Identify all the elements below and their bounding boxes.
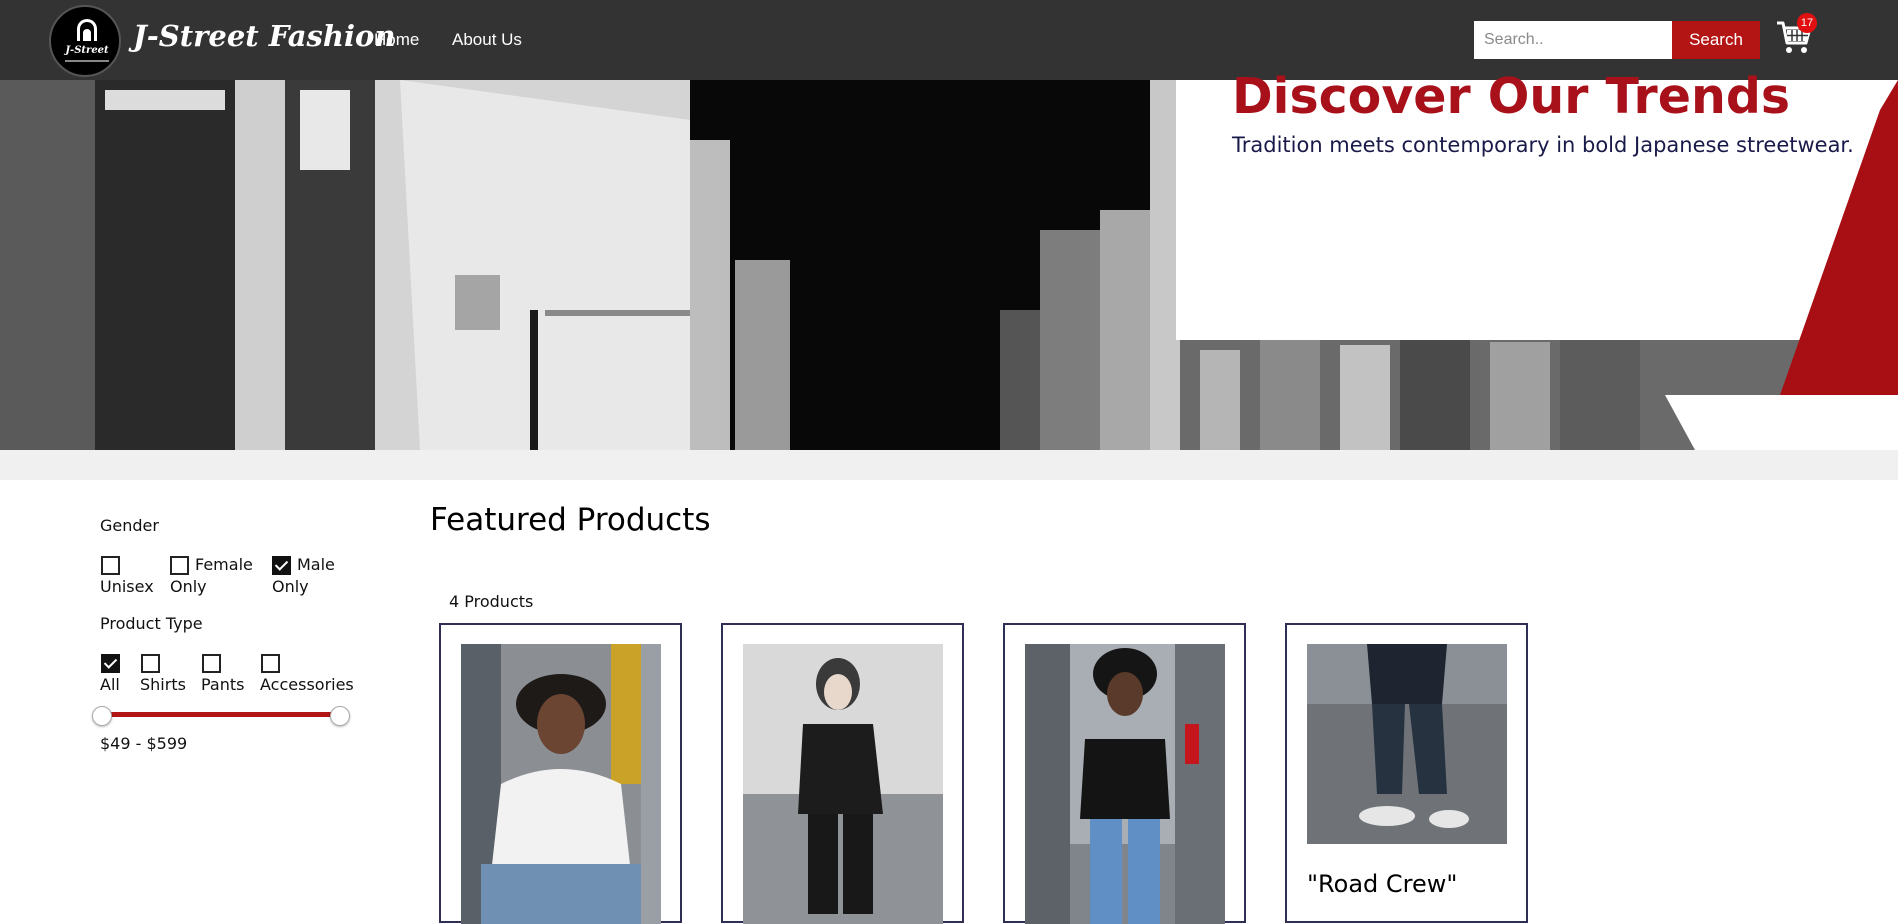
checkbox-male-label-1: Male bbox=[297, 555, 335, 574]
product-type-filter-title: Product Type bbox=[100, 614, 203, 633]
product-image bbox=[1307, 644, 1507, 844]
nav-link-about[interactable]: About Us bbox=[452, 30, 522, 50]
brand-name[interactable]: J-Street Fashion bbox=[133, 19, 395, 53]
checkbox-type-all[interactable] bbox=[101, 654, 120, 673]
checkbox-type-pants[interactable] bbox=[202, 654, 221, 673]
product-card[interactable] bbox=[439, 623, 682, 924]
hero-subtitle: Tradition meets contemporary in bold Jap… bbox=[1232, 133, 1854, 157]
checkbox-male-only[interactable] bbox=[272, 556, 291, 575]
product-card[interactable] bbox=[1003, 623, 1246, 924]
product-card[interactable] bbox=[721, 623, 964, 924]
search-button[interactable]: Search bbox=[1672, 21, 1760, 59]
checkbox-type-accessories[interactable] bbox=[261, 654, 280, 673]
product-image bbox=[461, 644, 661, 924]
checkbox-female-label-1: Female bbox=[195, 555, 253, 574]
product-image bbox=[743, 644, 943, 924]
checkbox-unisex[interactable] bbox=[101, 556, 120, 575]
cart-count-badge: 17 bbox=[1797, 13, 1817, 33]
checkbox-type-shirts[interactable] bbox=[141, 654, 160, 673]
brand-logo[interactable]: J-Street bbox=[49, 5, 121, 77]
logo-text: J-Street bbox=[65, 45, 109, 56]
price-slider-max-handle[interactable] bbox=[330, 706, 350, 726]
checkbox-male-label-2: Only bbox=[272, 577, 309, 596]
checkbox-type-pants-label: Pants bbox=[201, 675, 245, 694]
checkbox-female-only[interactable] bbox=[170, 556, 189, 575]
featured-products-title: Featured Products bbox=[430, 502, 711, 538]
checkbox-unisex-label: Unisex bbox=[100, 577, 154, 596]
product-card[interactable]: "Road Crew" bbox=[1285, 623, 1528, 923]
price-range-label: $49 - $599 bbox=[100, 734, 188, 753]
search-input[interactable] bbox=[1474, 21, 1672, 59]
price-slider-min-handle[interactable] bbox=[92, 706, 112, 726]
nav-link-home[interactable]: Home bbox=[374, 30, 419, 50]
product-count: 4 Products bbox=[449, 592, 534, 611]
gender-filter-title: Gender bbox=[100, 516, 159, 535]
divider-band bbox=[0, 450, 1898, 480]
price-slider-track[interactable] bbox=[102, 712, 340, 717]
checkbox-female-label-2: Only bbox=[170, 577, 207, 596]
hero-title: Discover Our Trends bbox=[1232, 68, 1791, 125]
red-accent-shape bbox=[1780, 80, 1898, 395]
checkbox-type-shirts-label: Shirts bbox=[140, 675, 186, 694]
checkbox-type-all-label: All bbox=[100, 675, 120, 694]
product-image bbox=[1025, 644, 1225, 924]
product-name[interactable]: "Road Crew" bbox=[1307, 870, 1457, 898]
checkbox-type-accessories-label: Accessories bbox=[260, 675, 354, 694]
